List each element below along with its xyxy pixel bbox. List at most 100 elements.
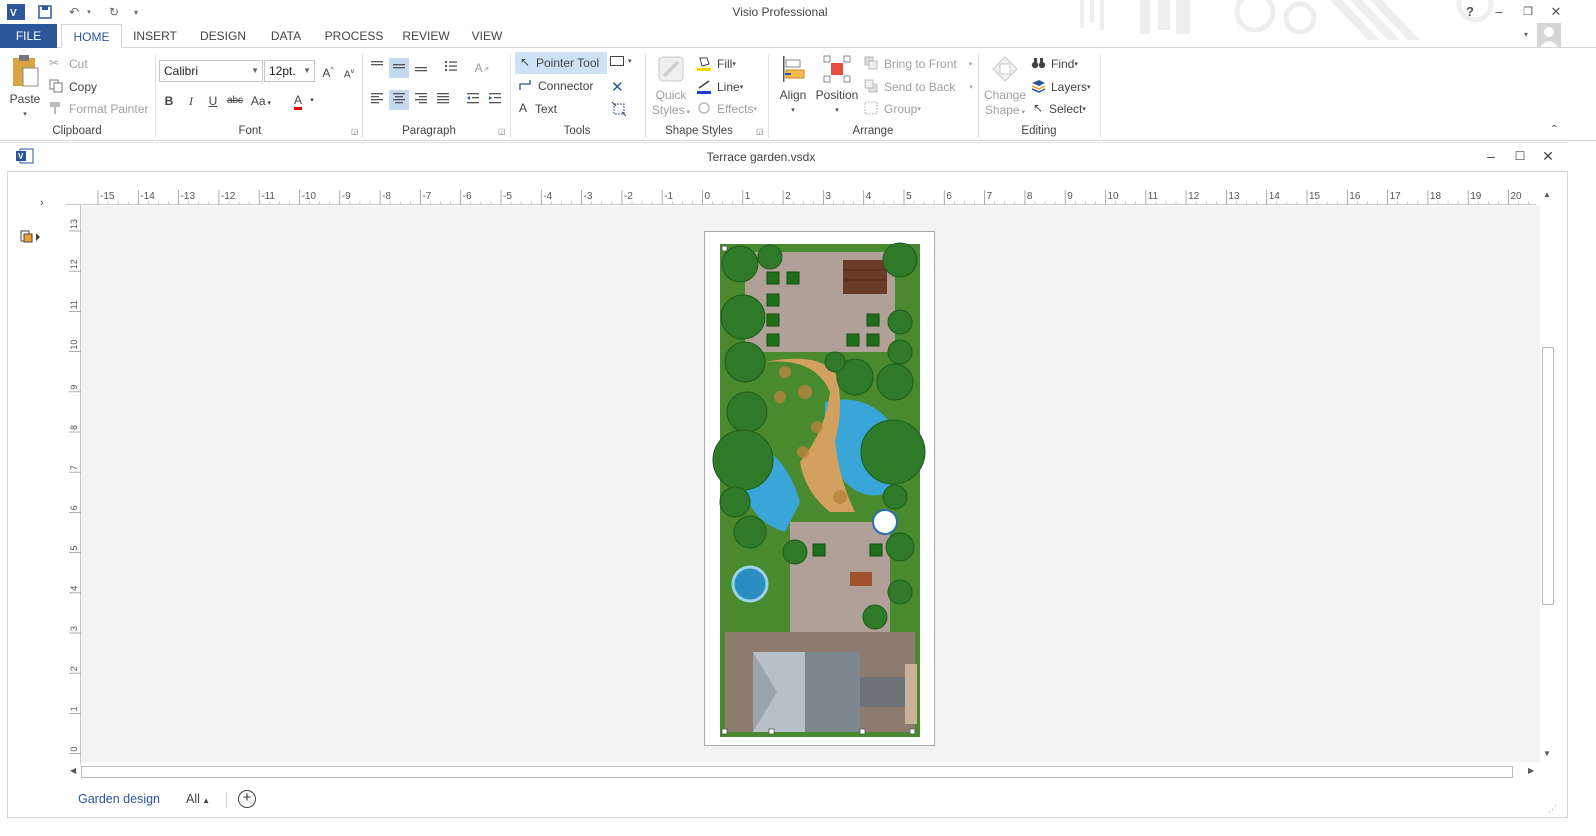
separator — [768, 54, 769, 138]
font-color-button[interactable]: A — [288, 90, 308, 110]
find-button[interactable]: Find ▾ — [1031, 56, 1078, 72]
doc-close-button[interactable]: ✕ — [1538, 147, 1558, 165]
change-case-button[interactable]: Aa ▾ — [248, 91, 274, 111]
quick-styles-button[interactable]: Quick Styles ▾ — [648, 54, 694, 120]
ruler-tick-label: -15 — [100, 191, 115, 202]
paste-button[interactable]: Paste ▾ — [6, 54, 44, 122]
rectangle-tool-button[interactable]: ▾ — [610, 56, 632, 66]
effects-label: Effects — [717, 102, 754, 116]
font-size-select[interactable]: 12pt. ▼ — [264, 60, 315, 82]
effects-button[interactable]: Effects ▾ — [697, 101, 757, 117]
change-shape-button[interactable]: Change Shape ▾ — [982, 54, 1028, 120]
tab-file[interactable]: FILE — [0, 24, 57, 48]
all-pages-button[interactable]: All ▲ — [186, 792, 210, 806]
minimize-button[interactable]: – — [1488, 3, 1510, 21]
font-family-select[interactable]: Calibri ▼ — [159, 60, 263, 82]
layers-button[interactable]: Layers ▾ — [1031, 79, 1091, 95]
paragraph-dialog-launcher-icon[interactable]: ◲ — [498, 127, 506, 136]
italic-button[interactable]: I — [181, 91, 201, 111]
tab-insert[interactable]: INSERT — [127, 24, 183, 48]
shape-styles-dialog-launcher-icon[interactable]: ◲ — [756, 127, 764, 136]
tab-home[interactable]: HOME — [61, 24, 122, 49]
strikethrough-button[interactable]: abc — [225, 91, 245, 111]
align-center-icon[interactable] — [389, 90, 409, 110]
decrease-indent-icon[interactable] — [463, 90, 483, 110]
change-shape-icon — [992, 56, 1018, 82]
cut-button[interactable]: ✂ Cut — [49, 56, 88, 72]
tools-group-label: Tools — [563, 125, 591, 137]
bring-to-front-button[interactable]: Bring to Front ▾ — [864, 56, 972, 72]
drawing-page[interactable] — [704, 231, 935, 746]
all-pages-label: All — [186, 792, 200, 806]
pointer-tool-button[interactable]: ↖ Pointer Tool — [515, 52, 607, 74]
scroll-up-icon[interactable]: ▲ — [1543, 190, 1551, 199]
doc-maximize-button[interactable]: ☐ — [1510, 147, 1530, 165]
group-button[interactable]: Group ▾ — [864, 101, 921, 117]
tab-review[interactable]: REVIEW — [397, 24, 455, 48]
text-block-icon[interactable] — [611, 101, 627, 117]
horizontal-scroll-thumb[interactable] — [81, 766, 1513, 778]
help-icon[interactable]: ? — [1459, 3, 1481, 21]
text-tool-button[interactable]: A Text — [519, 101, 557, 117]
underline-button[interactable]: U — [203, 91, 223, 111]
align-bottom-icon[interactable] — [411, 58, 431, 78]
select-button[interactable]: ↖ Select ▾ — [1033, 101, 1086, 117]
ruler-tick-label: 13 — [69, 219, 79, 229]
ruler-tick-label: 9 — [69, 385, 79, 390]
line-button[interactable]: Line ▾ — [697, 79, 743, 95]
line-icon — [697, 79, 713, 95]
connection-point-icon[interactable]: ✕ — [611, 78, 624, 96]
fill-button[interactable]: Fill ▾ — [697, 56, 736, 72]
find-label: Find — [1051, 57, 1075, 71]
shapes-stencil-icon[interactable] — [20, 230, 42, 247]
font-dialog-launcher-icon[interactable]: ◲ — [351, 127, 359, 136]
terrace-garden-plan[interactable] — [705, 232, 936, 747]
expand-shapes-pane-icon[interactable]: › — [40, 197, 44, 209]
tab-design[interactable]: DESIGN — [193, 24, 253, 48]
align-right-icon[interactable] — [411, 90, 431, 110]
vertical-scroll-thumb[interactable] — [1542, 347, 1554, 605]
document-title: Terrace garden.vsdx — [706, 150, 816, 164]
format-painter-button[interactable]: Format Painter — [49, 101, 148, 117]
decrease-font-size-icon[interactable]: Av — [339, 62, 359, 82]
justify-icon[interactable] — [433, 90, 453, 110]
increase-font-size-icon[interactable]: A^ — [318, 61, 338, 81]
copy-button[interactable]: Copy — [49, 79, 97, 95]
bullets-icon[interactable] — [441, 58, 461, 78]
ruler-tick-label: 19 — [1470, 191, 1482, 202]
align-left-icon[interactable] — [367, 90, 387, 110]
bold-button[interactable]: B — [159, 91, 179, 111]
avatar[interactable] — [1537, 23, 1561, 47]
position-button[interactable]: Position ▾ — [814, 54, 860, 118]
ruler-tick-label: 3 — [825, 191, 831, 202]
align-middle-icon[interactable] — [389, 58, 409, 78]
align-top-icon[interactable] — [367, 58, 387, 78]
tab-data[interactable]: DATA — [262, 24, 310, 48]
increase-indent-icon[interactable] — [485, 90, 505, 110]
ruler-tick-label: 5 — [69, 546, 79, 551]
scroll-left-icon[interactable]: ◀ — [70, 766, 76, 775]
tab-process[interactable]: PROCESS — [320, 24, 388, 48]
align-button[interactable]: Align ▾ — [774, 54, 812, 118]
ribbon-display-options-icon[interactable]: ▾ — [1524, 30, 1528, 39]
font-color-dropdown-icon[interactable]: ▾ — [307, 91, 317, 111]
pointer-tool-label: Pointer Tool — [536, 56, 600, 70]
add-page-button[interactable]: + — [238, 790, 256, 808]
doc-minimize-button[interactable]: – — [1481, 147, 1501, 165]
scroll-right-icon[interactable]: ▶ — [1528, 766, 1534, 775]
tab-view[interactable]: VIEW — [464, 24, 510, 48]
close-app-button[interactable]: ✕ — [1545, 3, 1567, 21]
scroll-down-icon[interactable]: ▼ — [1543, 749, 1551, 758]
horizontal-scrollbar[interactable]: ◀ ▶ — [66, 764, 1540, 781]
vertical-scrollbar[interactable]: ▲ ▼ — [1540, 187, 1557, 765]
text-direction-icon[interactable]: A↗ — [472, 58, 492, 78]
send-to-back-button[interactable]: Send to Back ▾ — [864, 79, 973, 95]
restore-button[interactable]: ❐ — [1517, 3, 1539, 21]
collapse-ribbon-icon[interactable]: ⌃ — [1550, 124, 1558, 135]
separator — [362, 54, 363, 138]
page-tab-garden-design[interactable]: Garden design — [78, 792, 160, 806]
connector-tool-button[interactable]: Connector — [518, 78, 593, 94]
ruler-tick-label: 11 — [69, 300, 79, 309]
separator — [510, 54, 511, 138]
drawing-area[interactable] — [81, 206, 1541, 762]
